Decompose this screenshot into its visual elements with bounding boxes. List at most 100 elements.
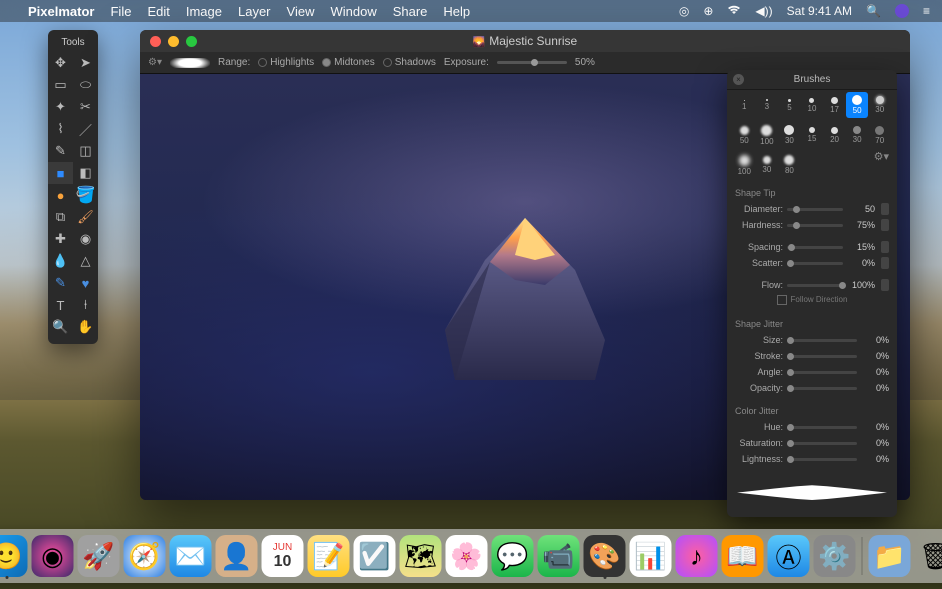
dock-safari[interactable]: 🧭: [124, 535, 166, 577]
menu-edit[interactable]: Edit: [147, 4, 169, 19]
brush-preset[interactable]: 100: [756, 122, 779, 148]
tool-hand[interactable]: ✋: [73, 316, 98, 338]
scatter-slider[interactable]: [787, 262, 843, 265]
dock-ibooks[interactable]: 📖: [722, 535, 764, 577]
status-spotlight-icon[interactable]: 🔍: [866, 4, 881, 18]
jitter-size-slider[interactable]: [787, 339, 857, 342]
menu-view[interactable]: View: [287, 4, 315, 19]
brush-preset[interactable]: 1: [733, 92, 756, 118]
tool-move[interactable]: ✥: [48, 52, 73, 74]
dock-maps[interactable]: 🗺: [400, 535, 442, 577]
tool-text[interactable]: T: [48, 294, 73, 316]
brush-preset[interactable]: 17: [823, 92, 846, 118]
brush-preset[interactable]: 30: [756, 152, 779, 178]
tool-redeye[interactable]: ◉: [73, 228, 98, 250]
window-minimize[interactable]: [168, 36, 179, 47]
flow-slider[interactable]: [787, 284, 843, 287]
titlebar[interactable]: Majestic Sunrise: [140, 30, 910, 52]
range-shadows[interactable]: Shadows: [383, 57, 436, 68]
dock-pixelmator[interactable]: 🎨: [584, 535, 626, 577]
range-highlights[interactable]: Highlights: [258, 57, 314, 68]
tool-heal[interactable]: ✚: [48, 228, 73, 250]
dock-numbers[interactable]: 📊: [630, 535, 672, 577]
tool-clone[interactable]: ⧉: [48, 206, 73, 228]
hardness-slider[interactable]: [787, 224, 843, 227]
scatter-stepper[interactable]: [881, 257, 889, 269]
dock-photos[interactable]: 🌸: [446, 535, 488, 577]
diameter-stepper[interactable]: [881, 203, 889, 215]
brush-preset[interactable]: 10: [801, 92, 824, 118]
menu-file[interactable]: File: [110, 4, 131, 19]
dock-preferences[interactable]: ⚙️: [814, 535, 856, 577]
tool-rect-select[interactable]: ▭: [48, 74, 73, 96]
tool-arrow[interactable]: ➤: [73, 52, 98, 74]
dock-trash[interactable]: 🗑: [915, 535, 942, 577]
tool-crop[interactable]: ✂: [73, 96, 98, 118]
brush-preset[interactable]: 20: [823, 122, 846, 148]
tool-heart[interactable]: ♥: [73, 272, 98, 294]
brushes-gear-icon[interactable]: ⚙▾: [874, 150, 889, 163]
dock-facetime[interactable]: 📹: [538, 535, 580, 577]
brush-preview[interactable]: [170, 58, 210, 68]
dock-finder[interactable]: 🙂: [0, 535, 28, 577]
tool-pencil[interactable]: ✎: [48, 140, 73, 162]
tool-shape[interactable]: ■: [48, 162, 73, 184]
status-clock[interactable]: Sat 9:41 AM: [787, 4, 852, 18]
status-wifi-icon[interactable]: [727, 4, 741, 18]
dock-launchpad[interactable]: 🚀: [78, 535, 120, 577]
tool-eraser[interactable]: ◫: [73, 140, 98, 162]
tool-gradient[interactable]: ◧: [73, 162, 98, 184]
tool-pen[interactable]: ✎: [48, 272, 73, 294]
brush-preset[interactable]: 100: [733, 152, 756, 178]
brush-preset[interactable]: 15: [801, 122, 824, 148]
jitter-opacity-slider[interactable]: [787, 387, 857, 390]
brushes-close-icon[interactable]: ×: [733, 74, 744, 85]
dock-appstore[interactable]: Ⓐ: [768, 535, 810, 577]
exposure-slider[interactable]: [497, 61, 567, 64]
menu-image[interactable]: Image: [186, 4, 222, 19]
status-sync-icon[interactable]: ⊕: [703, 4, 713, 18]
dock-mail[interactable]: ✉️: [170, 535, 212, 577]
lightness-slider[interactable]: [787, 458, 857, 461]
tool-eyedropper[interactable]: ⍿: [73, 294, 98, 316]
window-close[interactable]: [150, 36, 161, 47]
tool-magic-wand[interactable]: ✦: [48, 96, 73, 118]
brush-preset[interactable]: 30: [846, 122, 869, 148]
brush-preset-selected[interactable]: 50: [846, 92, 869, 118]
tool-zoom[interactable]: 🔍: [48, 316, 73, 338]
hue-slider[interactable]: [787, 426, 857, 429]
saturation-slider[interactable]: [787, 442, 857, 445]
window-zoom[interactable]: [186, 36, 197, 47]
status-volume-icon[interactable]: ◀)): [755, 4, 772, 18]
jitter-stroke-slider[interactable]: [787, 355, 857, 358]
diameter-slider[interactable]: [787, 208, 843, 211]
brush-preset[interactable]: 30: [778, 122, 801, 148]
follow-direction-checkbox[interactable]: Follow Direction: [735, 293, 889, 309]
status-airdrop-icon[interactable]: ◎: [679, 4, 689, 18]
brush-preset[interactable]: 70: [868, 122, 891, 148]
tool-brush[interactable]: ／: [73, 118, 98, 140]
dock-downloads[interactable]: 📁: [869, 535, 911, 577]
tool-paint[interactable]: ⌇: [48, 118, 73, 140]
brush-preset[interactable]: 30: [868, 92, 891, 118]
menu-window[interactable]: Window: [330, 4, 376, 19]
status-siri-icon[interactable]: [895, 4, 909, 18]
tool-lasso[interactable]: ⬭: [73, 74, 98, 96]
menu-layer[interactable]: Layer: [238, 4, 271, 19]
dock-itunes[interactable]: ♪: [676, 535, 718, 577]
brush-preset[interactable]: 3: [756, 92, 779, 118]
dock-siri[interactable]: ◉: [32, 535, 74, 577]
tool-smudge[interactable]: ●: [48, 184, 73, 206]
dock-calendar[interactable]: JUN10: [262, 535, 304, 577]
tool-blur[interactable]: 💧: [48, 250, 73, 272]
dock-messages[interactable]: 💬: [492, 535, 534, 577]
status-notification-icon[interactable]: ≡: [923, 4, 930, 18]
tool-brush2[interactable]: 🖌: [73, 206, 98, 228]
menu-help[interactable]: Help: [443, 4, 470, 19]
app-name[interactable]: Pixelmator: [28, 4, 94, 19]
brush-preset[interactable]: 5: [778, 92, 801, 118]
dock-notes[interactable]: 📝: [308, 535, 350, 577]
dock-contacts[interactable]: 👤: [216, 535, 258, 577]
jitter-angle-slider[interactable]: [787, 371, 857, 374]
spacing-slider[interactable]: [787, 246, 843, 249]
